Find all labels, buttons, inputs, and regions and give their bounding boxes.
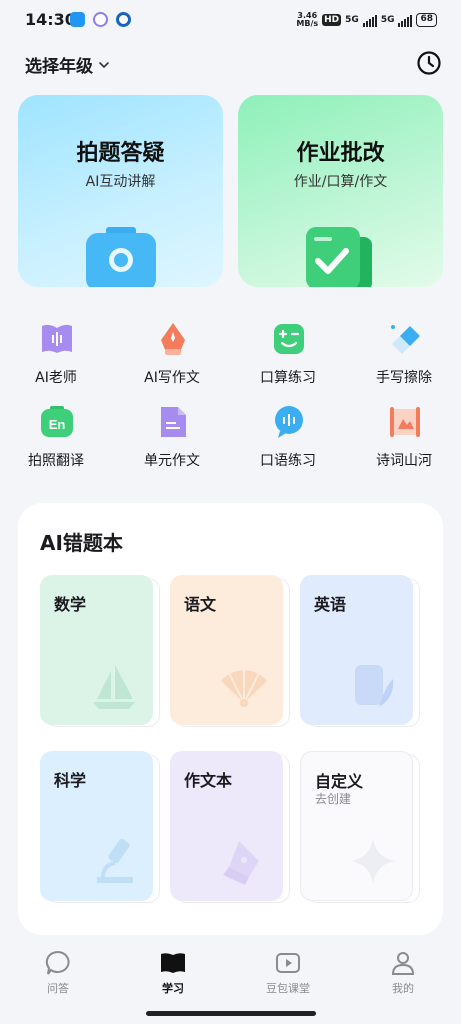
tool-label: AI老师	[35, 370, 77, 386]
app-notification-icon	[93, 12, 108, 27]
tool-poetry[interactable]: 诗词山河	[354, 405, 454, 475]
book-label: 科学	[54, 771, 87, 790]
book-label: 语文	[184, 595, 217, 614]
sailboat-icon	[93, 665, 135, 709]
chat-bubble-icon	[45, 950, 70, 975]
book-label: 数学	[54, 595, 87, 614]
hero-title: 作业批改	[296, 141, 385, 166]
hd-badge: HD	[322, 14, 342, 26]
mistake-notebook: AI错题本 数学 语文 英语 科学 作文本 自定义 去创建	[18, 503, 443, 935]
clipboard-check-icon	[306, 227, 372, 287]
grade-selector[interactable]: 选择年级	[25, 52, 111, 77]
fan-icon	[221, 667, 267, 707]
notebook-chinese[interactable]: 语文	[170, 575, 290, 727]
tool-label: 手写擦除	[376, 370, 432, 386]
tool-label: 口语练习	[260, 453, 316, 469]
en-camera-icon: En	[41, 406, 73, 437]
nav-label: 问答	[47, 982, 69, 995]
notebook-english[interactable]: 英语	[300, 575, 420, 727]
book-label: 英语	[314, 595, 347, 614]
homework-check-card[interactable]: 作业批改 作业/口算/作文	[238, 95, 443, 287]
nav-label: 豆包课堂	[266, 982, 310, 995]
pen-nib-icon	[223, 841, 259, 885]
signal-icon	[398, 14, 413, 27]
nav-item-profile[interactable]: 我的	[363, 950, 443, 1000]
tool-handwriting-erase[interactable]: 手写擦除	[354, 322, 454, 392]
app-notification-icon	[70, 12, 85, 27]
network-type: 5G	[380, 15, 395, 25]
tool-ai-writing[interactable]: AI写作文	[122, 322, 222, 392]
notebook-math[interactable]: 数学	[40, 575, 160, 727]
home-indicator[interactable]	[146, 1011, 316, 1016]
tool-speaking-practice[interactable]: 口语练习	[238, 405, 338, 475]
book-cover: 英语	[300, 575, 413, 725]
app-notification-icon	[116, 12, 131, 27]
camera-icon	[86, 227, 156, 287]
tool-mental-math[interactable]: 口算练习	[238, 322, 338, 392]
tool-ai-teacher[interactable]: AI老师	[6, 322, 106, 392]
notebook-science[interactable]: 科学	[40, 751, 160, 903]
book-cover: 语文	[170, 575, 283, 725]
tool-label: 诗词山河	[376, 453, 432, 469]
speech-bubble-icon	[275, 406, 303, 438]
nav-item-qa[interactable]: 问答	[18, 950, 98, 1000]
tool-photo-translate[interactable]: En 拍照翻译	[6, 405, 106, 475]
signal-icon	[362, 14, 377, 27]
open-book-icon	[161, 953, 185, 973]
document-icon	[161, 407, 186, 437]
nav-item-classroom[interactable]: 豆包课堂	[248, 950, 328, 1000]
play-video-icon	[276, 953, 300, 973]
notebook-essay[interactable]: 作文本	[170, 751, 290, 903]
photo-qa-card[interactable]: 拍题答疑 AI互动讲解	[18, 95, 223, 287]
eraser-icon	[391, 325, 420, 354]
clock-icon[interactable]	[416, 50, 442, 76]
hero-title: 拍题答疑	[76, 141, 165, 166]
microscope-icon	[97, 838, 133, 883]
notebook-title: AI错题本	[40, 531, 123, 555]
svg-text:En: En	[49, 417, 66, 432]
tool-label: 口算练习	[260, 370, 316, 386]
nav-label: 我的	[392, 982, 414, 995]
scroll-feather-icon	[355, 665, 394, 707]
user-icon	[391, 952, 415, 975]
tool-unit-essay[interactable]: 单元作文	[122, 405, 222, 475]
status-bar: 14:30 3.46 MB/s HD 5G 5G 68	[0, 0, 461, 40]
network-type: 5G	[345, 15, 359, 25]
status-time: 14:30	[25, 10, 76, 29]
hero-subtitle: AI互动讲解	[85, 174, 156, 190]
book-label: 作文本	[184, 771, 233, 790]
scroll-icon	[390, 407, 420, 437]
hero-subtitle: 作业/口算/作文	[293, 174, 388, 190]
battery-indicator: 68	[416, 13, 437, 27]
book-cover: 自定义 去创建	[300, 751, 413, 901]
book-cover: 科学	[40, 751, 153, 901]
pen-nib-icon	[161, 323, 185, 355]
chevron-down-icon	[99, 61, 109, 68]
book-cover: 作文本	[170, 751, 283, 901]
tool-label: 单元作文	[144, 453, 200, 469]
book-voice-icon	[42, 324, 72, 353]
tool-label: AI写作文	[144, 370, 200, 386]
status-indicators: 3.46 MB/s HD 5G 5G 68	[296, 12, 437, 28]
tool-label: 拍照翻译	[28, 453, 84, 469]
book-cover: 数学	[40, 575, 153, 725]
sparkle-icon	[350, 838, 396, 884]
grade-selector-label: 选择年级	[25, 57, 93, 77]
nav-item-study[interactable]: 学习	[133, 950, 213, 1000]
book-sublabel: 去创建	[315, 792, 352, 806]
notebook-custom[interactable]: 自定义 去创建	[300, 751, 420, 903]
book-label: 自定义	[315, 772, 364, 791]
calculator-face-icon	[274, 324, 304, 354]
network-speed: 3.46 MB/s	[296, 11, 319, 28]
nav-label: 学习	[162, 982, 184, 995]
